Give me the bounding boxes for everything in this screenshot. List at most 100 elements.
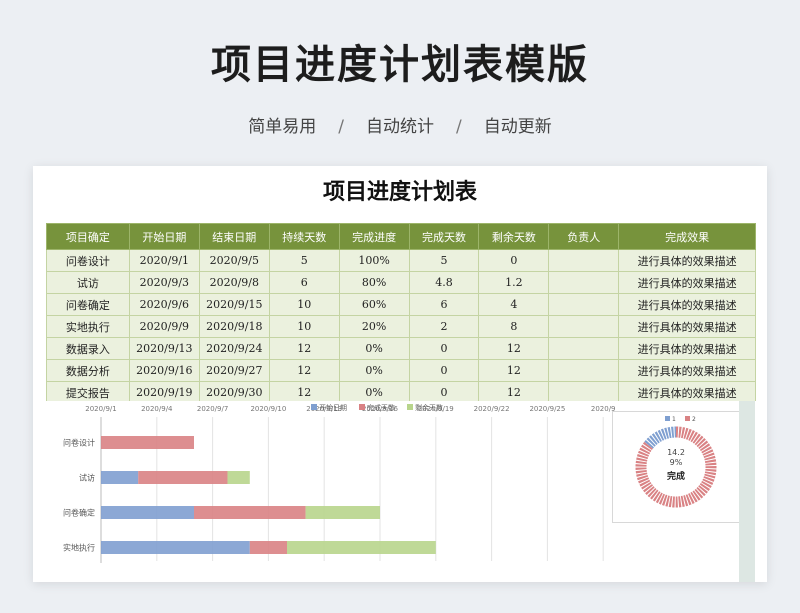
bar-segment-0[interactable] xyxy=(101,506,194,519)
bar-segment-2[interactable] xyxy=(227,471,250,484)
table-cell[interactable]: 进行具体的效果描述 xyxy=(618,271,756,294)
table-cell[interactable]: 12 xyxy=(268,359,340,382)
table-header-row: 项目确定 开始日期 结束日期 持续天数 完成进度 完成天数 剩余天数 负责人 完… xyxy=(46,223,756,250)
table-cell[interactable]: 数据录入 xyxy=(46,337,130,360)
x-tick-label: 2020/9/22 xyxy=(474,405,510,413)
table-cell[interactable]: 2020/9/15 xyxy=(198,293,270,316)
table-cell[interactable]: 12 xyxy=(478,337,550,360)
bar-segment-2[interactable] xyxy=(305,506,380,519)
column-header[interactable]: 开始日期 xyxy=(128,223,200,250)
table-cell[interactable]: 实地执行 xyxy=(46,315,130,338)
table-cell[interactable]: 2020/9/3 xyxy=(128,271,200,294)
table-cell[interactable]: 100% xyxy=(338,249,410,272)
bar-segment-1[interactable] xyxy=(249,541,287,554)
donut-center-label: 完成 xyxy=(667,470,685,482)
table-cell[interactable]: 进行具体的效果描述 xyxy=(618,249,756,272)
table-cell[interactable]: 2020/9/8 xyxy=(198,271,270,294)
table-cell[interactable] xyxy=(548,293,620,316)
column-header[interactable]: 完成效果 xyxy=(618,223,756,250)
column-header[interactable]: 完成进度 xyxy=(338,223,410,250)
category-label: 试访 xyxy=(79,473,95,483)
table-cell[interactable]: 5 xyxy=(268,249,340,272)
table-cell[interactable] xyxy=(548,271,620,294)
table-cell[interactable]: 2 xyxy=(408,315,480,338)
bar-segment-2[interactable] xyxy=(287,541,436,554)
table-cell[interactable]: 80% xyxy=(338,271,410,294)
table-cell[interactable]: 8 xyxy=(478,315,550,338)
table-cell[interactable]: 问卷确定 xyxy=(46,293,130,316)
table-cell[interactable]: 2020/9/18 xyxy=(198,315,270,338)
table-cell[interactable]: 1.2 xyxy=(478,271,550,294)
x-tick-label: 2020/9/25 xyxy=(529,405,565,413)
legend-label: 开始日期 xyxy=(319,403,347,412)
table-row: 问卷确定 2020/9/6 2020/9/15 10 60% 6 4 进行具体的效果描述 xyxy=(46,293,756,316)
table-cell[interactable]: 试访 xyxy=(46,271,130,294)
donut-percent-label: 9% xyxy=(670,458,683,467)
table-cell[interactable] xyxy=(548,337,620,360)
bar-segment-1[interactable] xyxy=(138,471,228,484)
table-cell[interactable] xyxy=(548,359,620,382)
gantt-chart[interactable]: 2020/9/1 2020/9/4 2020/9/7 2020/9/10 2020/9/… xyxy=(46,401,626,582)
table-cell[interactable]: 2020/9/1 xyxy=(128,249,200,272)
column-header[interactable]: 结束日期 xyxy=(198,223,270,250)
table-cell[interactable]: 2020/9/24 xyxy=(198,337,270,360)
table-cell[interactable]: 10 xyxy=(268,315,340,338)
table-cell[interactable]: 0 xyxy=(478,249,550,272)
table-cell[interactable]: 2020/9/27 xyxy=(198,359,270,382)
table-cell[interactable]: 4.8 xyxy=(408,271,480,294)
donut-value-label: 14.2 xyxy=(667,448,685,457)
table-cell[interactable]: 10 xyxy=(268,293,340,316)
table-cell[interactable]: 12 xyxy=(478,359,550,382)
legend-label: 完成天数 xyxy=(367,403,395,412)
column-header[interactable]: 剩余天数 xyxy=(478,223,550,250)
vertical-scrollbar[interactable] xyxy=(739,401,755,582)
table-cell[interactable]: 0 xyxy=(408,337,480,360)
table-cell[interactable] xyxy=(548,249,620,272)
subtitle-item: 自动统计 xyxy=(366,117,434,137)
bar-segment-1[interactable] xyxy=(194,506,306,519)
legend-swatch xyxy=(685,416,690,421)
column-header[interactable]: 持续天数 xyxy=(268,223,340,250)
table-cell[interactable]: 2020/9/6 xyxy=(128,293,200,316)
table-cell[interactable]: 0% xyxy=(338,337,410,360)
table-cell[interactable]: 进行具体的效果描述 xyxy=(618,359,756,382)
table-row: 实地执行 2020/9/9 2020/9/18 10 20% 2 8 进行具体的效果描述 xyxy=(46,315,756,338)
table-cell[interactable]: 6 xyxy=(408,293,480,316)
table-cell[interactable] xyxy=(548,315,620,338)
subtitle-separator: / xyxy=(456,117,462,137)
category-label: 问卷确定 xyxy=(63,508,95,518)
table-cell[interactable]: 进行具体的效果描述 xyxy=(618,293,756,316)
chart-area: 2020/9/1 2020/9/4 2020/9/7 2020/9/10 2020/9/… xyxy=(46,401,756,582)
x-tick-label: 2020/9/1 xyxy=(85,405,116,413)
table-cell[interactable]: 0% xyxy=(338,359,410,382)
subtitle-item: 简单易用 xyxy=(248,117,317,137)
table-cell[interactable]: 2020/9/9 xyxy=(128,315,200,338)
bar-segment-0[interactable] xyxy=(101,541,250,554)
table-cell[interactable]: 12 xyxy=(268,337,340,360)
column-header[interactable]: 完成天数 xyxy=(408,223,480,250)
table-row: 数据录入 2020/9/13 2020/9/24 12 0% 0 12 进行具体的效果描述 xyxy=(46,337,756,360)
subtitle-item: 自动更新 xyxy=(483,117,552,137)
spreadsheet-preview: 项目进度计划表 项目确定 开始日期 结束日期 持续天数 完成进度 完成天数 剩余… xyxy=(33,166,767,582)
table-cell[interactable]: 2020/9/16 xyxy=(128,359,200,382)
table-cell[interactable]: 6 xyxy=(268,271,340,294)
table-cell[interactable]: 2020/9/13 xyxy=(128,337,200,360)
column-header[interactable]: 项目确定 xyxy=(46,223,130,250)
table-cell[interactable]: 进行具体的效果描述 xyxy=(618,337,756,360)
page-title: 项目进度计划表模版 xyxy=(211,42,589,88)
column-header[interactable]: 负责人 xyxy=(548,223,620,250)
table-cell[interactable]: 0 xyxy=(408,359,480,382)
sheet-title: 项目进度计划表 xyxy=(322,179,477,205)
table-cell[interactable]: 进行具体的效果描述 xyxy=(618,315,756,338)
bar-segment-0[interactable] xyxy=(101,471,139,484)
table-cell[interactable]: 20% xyxy=(338,315,410,338)
table-cell[interactable]: 数据分析 xyxy=(46,359,130,382)
table-cell[interactable]: 60% xyxy=(338,293,410,316)
table-cell[interactable]: 问卷设计 xyxy=(46,249,130,272)
x-tick-label: 2020/9/7 xyxy=(197,405,228,413)
table-cell[interactable]: 4 xyxy=(478,293,550,316)
donut-chart[interactable]: 1 2 14.29% 完成 xyxy=(612,411,742,523)
table-cell[interactable]: 5 xyxy=(408,249,480,272)
table-cell[interactable]: 2020/9/5 xyxy=(198,249,270,272)
bar-segment-1[interactable] xyxy=(101,436,194,449)
